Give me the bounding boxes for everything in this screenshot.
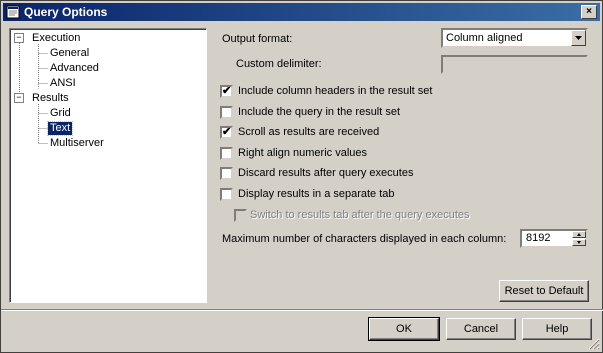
collapse-results-icon[interactable]: − — [14, 93, 24, 103]
include-headers-label[interactable]: Include column headers in the result set — [238, 85, 432, 98]
tree-connector-lines — [19, 38, 48, 144]
max-chars-label: Maximum number of characters displayed i… — [222, 233, 507, 245]
tree-item-general[interactable]: General — [48, 47, 91, 60]
max-chars-spinner[interactable]: 8192 — [520, 229, 588, 248]
collapse-execution-icon[interactable]: − — [14, 33, 24, 43]
include-query-label[interactable]: Include the query in the result set — [238, 106, 400, 119]
close-button[interactable]: × — [581, 5, 597, 19]
button-separator — [1, 309, 603, 311]
include-query-checkbox[interactable] — [220, 106, 233, 119]
checkmark-icon: ✔ — [222, 85, 232, 97]
scroll-results-checkbox[interactable]: ✔ — [220, 126, 233, 139]
tree-item-results[interactable]: Results — [30, 92, 71, 105]
ok-button[interactable]: OK — [368, 317, 440, 341]
tree-item-grid[interactable]: Grid — [48, 107, 73, 120]
tree-item-ansi[interactable]: ANSI — [48, 77, 78, 90]
cancel-button[interactable]: Cancel — [446, 318, 516, 340]
max-chars-value: 8192 — [526, 232, 551, 244]
arrow-down-icon — [577, 241, 581, 244]
switch-tab-checkbox — [234, 209, 247, 222]
scroll-results-label[interactable]: Scroll as results are received — [238, 126, 379, 139]
right-align-checkbox[interactable] — [220, 147, 233, 160]
separate-tab-label[interactable]: Display results in a separate tab — [238, 188, 395, 201]
switch-tab-label: Switch to results tab after the query ex… — [250, 209, 470, 221]
tree-item-text[interactable]: Text — [46, 121, 74, 136]
separate-tab-checkbox[interactable] — [220, 188, 233, 201]
tree-item-advanced[interactable]: Advanced — [48, 62, 101, 75]
chevron-down-icon — [575, 36, 582, 40]
resize-grip-icon[interactable] — [588, 338, 600, 350]
custom-delimiter-field — [441, 55, 588, 74]
output-format-select[interactable]: Column aligned — [441, 28, 588, 48]
checkmark-icon: ✔ — [222, 126, 232, 138]
spin-down-button[interactable] — [572, 239, 586, 246]
right-align-label[interactable]: Right align numeric values — [238, 147, 367, 160]
dropdown-arrow-button[interactable] — [571, 30, 586, 46]
arrow-up-icon — [577, 233, 581, 236]
include-headers-checkbox[interactable]: ✔ — [220, 85, 233, 98]
help-button[interactable]: Help — [522, 318, 592, 340]
title-bar[interactable]: Query Options × — [3, 3, 600, 21]
custom-delimiter-label: Custom delimiter: — [236, 58, 322, 70]
query-options-dialog: Query Options × − Execution General Adva… — [0, 0, 603, 353]
close-icon: × — [586, 6, 592, 17]
options-tree[interactable]: − Execution General Advanced ANSI − Resu… — [9, 28, 207, 303]
query-options-icon — [6, 5, 20, 19]
discard-results-label[interactable]: Discard results after query executes — [238, 167, 413, 180]
discard-results-checkbox[interactable] — [220, 167, 233, 180]
output-format-value: Column aligned — [446, 32, 523, 44]
spin-up-button[interactable] — [572, 231, 586, 238]
output-format-label: Output format: — [222, 33, 293, 45]
reset-to-default-button[interactable]: Reset to Default — [499, 280, 589, 302]
window-title: Query Options — [24, 5, 108, 19]
tree-item-multiserver[interactable]: Multiserver — [48, 137, 106, 150]
tree-item-execution[interactable]: Execution — [30, 32, 82, 45]
